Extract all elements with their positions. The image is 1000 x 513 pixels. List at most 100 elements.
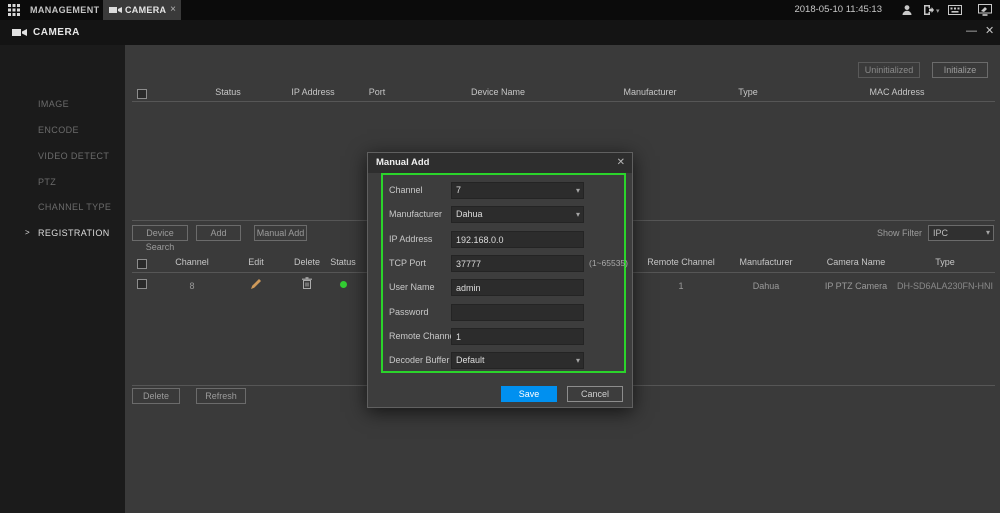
logout-icon[interactable]: [922, 4, 934, 18]
minimize-icon[interactable]: —: [966, 20, 977, 43]
ip-address-label: IP Address: [389, 231, 432, 248]
column-header-manufacturer: Manufacturer: [590, 87, 710, 101]
sidebar-item-label: PTZ: [38, 177, 56, 187]
sidebar-item-label: VIDEO DETECT: [38, 151, 109, 161]
column-header-channel: Channel: [152, 257, 232, 271]
tab-camera-label: CAMERA: [125, 0, 166, 20]
save-button[interactable]: Save: [501, 386, 557, 402]
show-filter-value: IPC: [933, 228, 948, 238]
manual-add-dialog: Manual Add ✕ Channel 7 ▾ Manufacturer Da…: [367, 152, 633, 408]
sidebar-item-label: ENCODE: [38, 125, 79, 135]
password-label: Password: [389, 304, 429, 321]
chevron-down-icon[interactable]: ▾: [936, 7, 940, 15]
column-header-mac-address: MAC Address: [837, 87, 957, 101]
add-button[interactable]: Add: [196, 225, 241, 241]
chevron-down-icon: ▾: [576, 183, 580, 198]
manufacturer-select[interactable]: Dahua ▾: [451, 206, 584, 223]
video-camera-icon: [12, 27, 27, 40]
keyboard-icon[interactable]: [948, 5, 962, 17]
password-input[interactable]: [451, 304, 584, 321]
sidebar: IMAGE ENCODE VIDEO DETECT PTZ CHANNEL TY…: [0, 45, 125, 513]
row-type: DH-SD6ALA230FN-HNI: [890, 279, 1000, 293]
sidebar-item-label: IMAGE: [38, 99, 69, 109]
column-header-device-name: Device Name: [438, 87, 558, 101]
user-name-label: User Name: [389, 279, 435, 296]
manufacturer-select-value: Dahua: [456, 209, 483, 219]
edit-pencil-icon[interactable]: [251, 278, 262, 291]
decoder-buffer-select-value: Default: [456, 355, 485, 365]
sidebar-item-label: REGISTRATION: [38, 228, 110, 238]
field-row-manufacturer: Manufacturer Dahua ▾: [368, 206, 632, 223]
column-header-type: Type: [698, 87, 798, 101]
select-all-checkbox[interactable]: [137, 259, 147, 269]
dialog-close-icon[interactable]: ✕: [617, 153, 625, 173]
channel-select-value: 7: [456, 185, 461, 195]
status-online-dot: [340, 281, 347, 288]
device-search-button[interactable]: Device Search: [132, 225, 188, 241]
chevron-down-icon: ▾: [576, 207, 580, 222]
column-header-status: Status: [188, 87, 268, 101]
chevron-down-icon: ▾: [576, 353, 580, 368]
manufacturer-label: Manufacturer: [389, 206, 442, 223]
field-row-tcp-port: TCP Port (1~65535): [368, 255, 632, 272]
field-row-user-name: User Name: [368, 279, 632, 296]
refresh-button[interactable]: Refresh: [196, 388, 246, 404]
tab-management[interactable]: MANAGEMENT: [30, 0, 100, 20]
camera-icon: [109, 5, 122, 17]
chevron-right-icon: >: [25, 223, 30, 243]
field-row-ip-address: IP Address: [368, 231, 632, 248]
remote-channel-input[interactable]: [451, 328, 584, 345]
decoder-buffer-label: Decoder Buffer: [389, 352, 449, 369]
top-bar: MANAGEMENT CAMERA × 2018-05-10 11:45:13 …: [0, 0, 1000, 20]
remote-channel-label: Remote Channel: [389, 328, 457, 345]
sidebar-item-registration[interactable]: > REGISTRATION: [0, 223, 125, 243]
show-filter-label: Show Filter: [862, 225, 922, 241]
channel-label: Channel: [389, 182, 423, 199]
ip-address-input[interactable]: [451, 231, 584, 248]
page-title: CAMERA: [33, 20, 80, 45]
field-row-decoder-buffer: Decoder Buffer Default ▾: [368, 352, 632, 369]
sidebar-item-video-detect[interactable]: VIDEO DETECT: [0, 146, 125, 166]
app-launcher-icon[interactable]: [8, 4, 20, 18]
column-header-manufacturer: Manufacturer: [716, 257, 816, 271]
sidebar-item-ptz[interactable]: PTZ: [0, 172, 125, 192]
monitor-settings-icon[interactable]: [978, 4, 992, 18]
cancel-button[interactable]: Cancel: [567, 386, 623, 402]
field-row-remote-channel: Remote Channel: [368, 328, 632, 345]
field-row-password: Password: [368, 304, 632, 321]
user-icon[interactable]: [901, 4, 913, 18]
screen: MANAGEMENT CAMERA × 2018-05-10 11:45:13 …: [0, 0, 1000, 513]
manual-add-button[interactable]: Manual Add: [254, 225, 307, 241]
row-manufacturer: Dahua: [716, 279, 816, 293]
dialog-title: Manual Add: [376, 153, 429, 173]
sidebar-item-encode[interactable]: ENCODE: [0, 120, 125, 140]
tcp-port-input[interactable]: [451, 255, 584, 272]
field-row-channel: Channel 7 ▾: [368, 182, 632, 199]
user-name-input[interactable]: [451, 279, 584, 296]
row-checkbox[interactable]: [137, 279, 147, 289]
sidebar-item-label: CHANNEL TYPE: [38, 202, 111, 212]
dialog-title-bar: Manual Add ✕: [368, 153, 632, 173]
column-header-type: Type: [890, 257, 1000, 271]
tab-camera[interactable]: CAMERA ×: [103, 0, 181, 20]
tab-close-icon[interactable]: ×: [170, 0, 176, 20]
close-icon[interactable]: ✕: [985, 20, 994, 43]
column-header-status: Status: [313, 257, 373, 271]
sidebar-item-channel-type[interactable]: CHANNEL TYPE: [0, 197, 125, 217]
channel-select[interactable]: 7 ▾: [451, 182, 584, 199]
show-filter-select[interactable]: IPC ▾: [928, 225, 994, 241]
row-channel: 8: [152, 279, 232, 293]
tcp-port-range-hint: (1~65535): [589, 255, 628, 272]
initialize-button[interactable]: Initialize: [932, 62, 988, 78]
window-title-bar: CAMERA — ✕: [0, 20, 1000, 45]
decoder-buffer-select[interactable]: Default ▾: [451, 352, 584, 369]
uninitialized-filter-button[interactable]: Uninitialized: [858, 62, 920, 78]
divider: [132, 101, 995, 102]
tcp-port-label: TCP Port: [389, 255, 426, 272]
delete-button[interactable]: Delete: [132, 388, 180, 404]
column-header-port: Port: [337, 87, 417, 101]
delete-trash-icon[interactable]: [302, 277, 312, 291]
sidebar-item-image[interactable]: IMAGE: [0, 94, 125, 114]
select-all-checkbox[interactable]: [137, 89, 147, 99]
chevron-down-icon: ▾: [986, 226, 990, 240]
